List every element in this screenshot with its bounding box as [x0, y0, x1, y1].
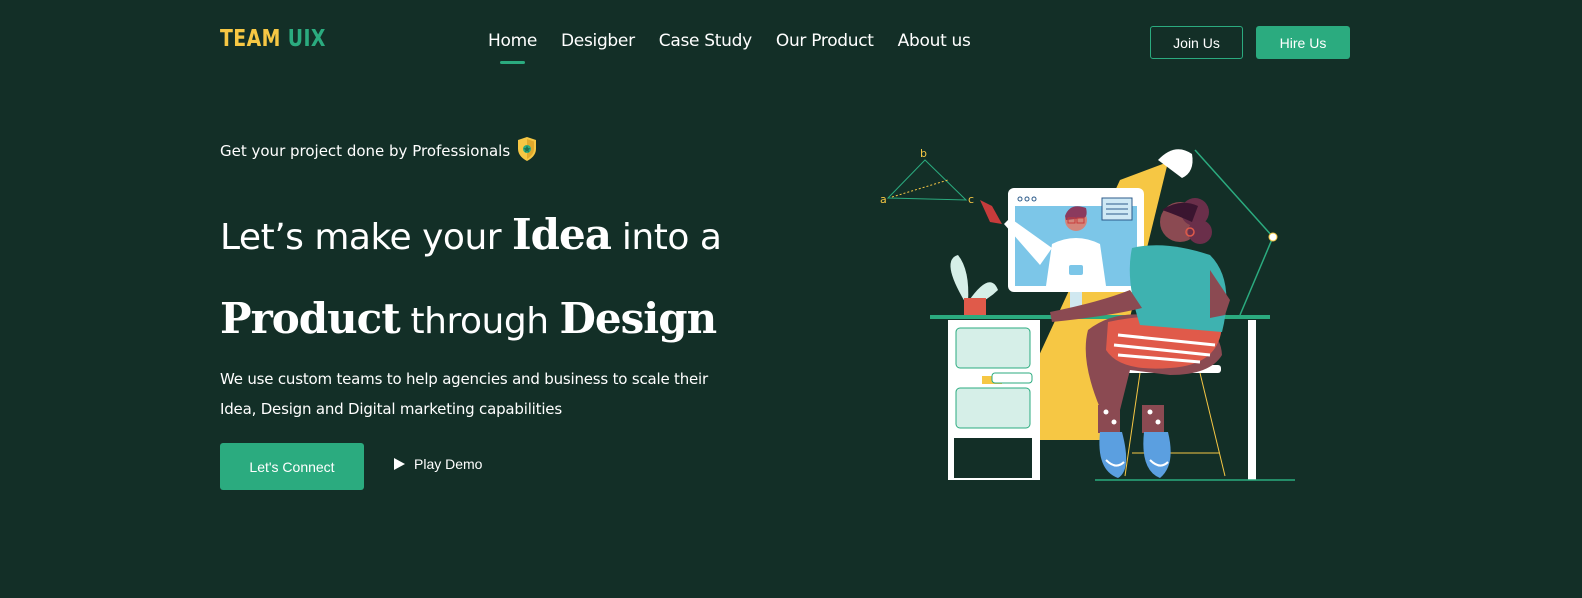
play-icon [394, 458, 405, 470]
nav-about-us[interactable]: About us [898, 31, 971, 51]
label-a: a [880, 193, 887, 206]
nav-designer[interactable]: Desigber [561, 31, 635, 51]
headline-text: Let’s make your [220, 217, 513, 258]
hero-tagline: Get your project done by Professionals [220, 136, 538, 166]
logo-part1: TEAM [220, 26, 281, 52]
lets-connect-button[interactable]: Let's Connect [220, 443, 364, 490]
nav-case-study[interactable]: Case Study [659, 31, 752, 51]
headline-text: into a [610, 217, 722, 258]
headline-line-1: Let’s make your Idea into a [220, 206, 840, 264]
hero-illustration: b a c [880, 147, 1295, 481]
headline-emphasis-idea: Idea [512, 210, 612, 259]
headline-emphasis-product: Product [220, 294, 401, 343]
triangle-geometry: b a c [880, 147, 974, 206]
headline-emphasis-design: Design [559, 294, 717, 343]
logo[interactable]: TEAM UIX [220, 26, 326, 52]
label-c: c [968, 193, 974, 206]
headline-text: through [399, 301, 560, 342]
hero-headline: Let’s make your Idea into a Product thro… [220, 206, 840, 343]
nav-our-product[interactable]: Our Product [776, 31, 874, 51]
shield-badge-icon [516, 136, 538, 166]
logo-part2: UIX [287, 26, 326, 52]
join-us-button[interactable]: Join Us [1150, 26, 1243, 59]
play-demo-label: Play Demo [414, 456, 483, 472]
tagline-text: Get your project done by Professionals [220, 142, 511, 160]
label-b: b [920, 147, 927, 160]
main-nav: Home Desigber Case Study Our Product Abo… [488, 31, 971, 64]
hire-us-button[interactable]: Hire Us [1256, 26, 1350, 59]
play-demo-button[interactable]: Play Demo [394, 456, 482, 472]
headline-line-2: Product through Design [220, 290, 717, 348]
stool [1124, 365, 1226, 477]
hero-description: We use custom teams to help agencies and… [220, 370, 708, 418]
nav-home[interactable]: Home [488, 31, 537, 64]
potted-plant [950, 255, 998, 318]
